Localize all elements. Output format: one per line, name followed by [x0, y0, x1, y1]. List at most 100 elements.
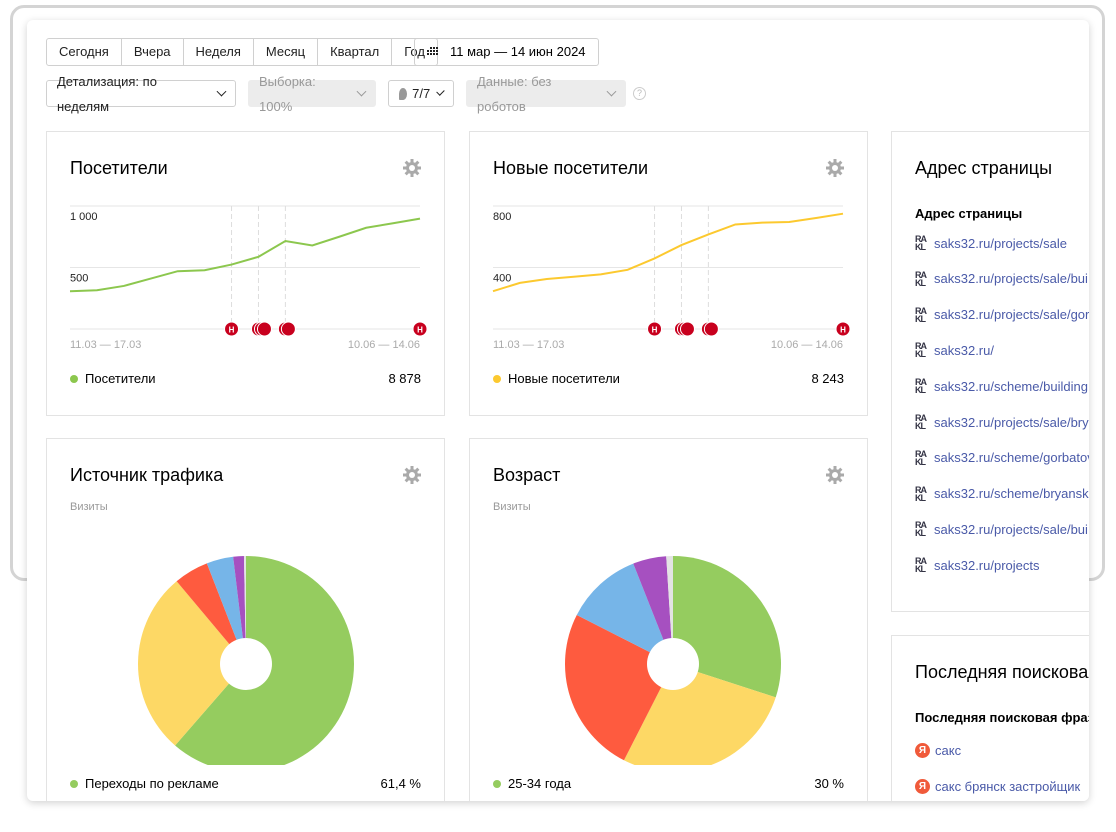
page-link[interactable]: saks32.ru/scheme/building: [934, 379, 1088, 394]
period-week[interactable]: Неделя: [184, 39, 254, 65]
annotation-marker: Н: [835, 321, 851, 337]
age-pie: [565, 556, 781, 765]
page-link[interactable]: saks32.ru/projects/sale/bui: [934, 522, 1088, 537]
site-favicon-icon: RA KL: [915, 413, 927, 431]
period-quarter[interactable]: Квартал: [318, 39, 393, 65]
search-phrase-link[interactable]: сакс брянск застройщик: [935, 779, 1080, 794]
annotation-bubble: [679, 321, 695, 337]
x-tick-label: 10.06 — 14.06: [348, 339, 420, 351]
list-item[interactable]: RA KL saks32.ru/projects/sale/gor: [915, 306, 1089, 323]
gear-icon[interactable]: [825, 158, 845, 178]
page-link[interactable]: saks32.ru/projects: [934, 558, 1040, 573]
y-tick-label: 400: [493, 273, 511, 285]
date-range-button[interactable]: 11 мар — 14 июн 2024: [414, 38, 599, 66]
chart-legend: Посетители 8 878: [70, 371, 421, 386]
site-favicon-icon: RA KL: [915, 448, 927, 467]
list-item[interactable]: RA KL saks32.ru/scheme/bryansk: [915, 484, 1089, 503]
data-filter-dropdown[interactable]: Данные: без роботов: [466, 74, 626, 114]
widget-title: Посетители: [70, 158, 168, 178]
speech-bubble-icon: [399, 87, 408, 100]
pie-hole: [647, 638, 699, 690]
site-favicon-icon: RA KL: [915, 341, 927, 360]
site-favicon-icon: RA KL: [915, 556, 927, 575]
visitors-chart: 1 000500НННН11.03 — 17.0310.06 — 14.06: [69, 205, 428, 351]
column-header: Адрес страницы: [915, 206, 1023, 221]
help-icon[interactable]: ?: [633, 87, 646, 100]
annotation-marker: [256, 321, 272, 337]
list-item[interactable]: Ясакс: [915, 743, 961, 758]
sample-dropdown[interactable]: Выборка: 100%: [248, 74, 376, 114]
calendar-icon: [427, 47, 438, 55]
widget-title: Новые посетители: [493, 158, 649, 178]
period-buttons: Сегодня Вчера Неделя Месяц Квартал Год: [46, 38, 438, 66]
detail-dropdown[interactable]: Детализация: по неделям: [46, 74, 236, 114]
annotation-marker: Н: [647, 321, 663, 337]
page-link[interactable]: saks32.ru/projects/sale/gor: [934, 307, 1089, 322]
list-item[interactable]: RA KL saks32.ru/projects/sale: [915, 234, 1067, 252]
chart-legend: Переходы по рекламе 61,4 %: [70, 776, 421, 791]
series-line: [492, 212, 844, 293]
list-item[interactable]: RA KL saks32.ru/scheme/building: [915, 378, 1088, 395]
site-favicon-icon: RA KL: [915, 234, 927, 252]
traffic-pie: [138, 556, 354, 765]
site-favicon-icon: RA KL: [915, 520, 927, 539]
widget-title: Источник трафика: [70, 465, 224, 485]
period-month[interactable]: Месяц: [254, 39, 319, 65]
period-today[interactable]: Сегодня: [47, 39, 122, 65]
list-item[interactable]: Ясакс брянск застройщик: [915, 779, 1080, 794]
annotation-label: Н: [229, 326, 235, 335]
gear-icon[interactable]: [825, 465, 845, 485]
legend-value: 8 878: [388, 371, 421, 386]
page-link[interactable]: saks32.ru/projects/sale/bry: [934, 415, 1089, 430]
page-link[interactable]: saks32.ru/projects/sale/bui: [934, 271, 1088, 286]
annotation-label: Н: [840, 326, 846, 335]
widget-title: Адрес страницы: [915, 158, 1053, 178]
legend-value: 30 %: [814, 776, 844, 791]
annotation-marker: [703, 321, 719, 337]
age-widget: Возраст Визиты 25-34 года 30 %: [469, 438, 868, 801]
annotation-bubble: [256, 321, 272, 337]
page-link[interactable]: saks32.ru/: [934, 343, 994, 358]
list-item[interactable]: RA KL saks32.ru/: [915, 341, 994, 360]
y-tick-label: 500: [70, 273, 88, 285]
list-item[interactable]: RA KL saks32.ru/scheme/gorbatov: [915, 448, 1089, 467]
period-yesterday[interactable]: Вчера: [122, 39, 184, 65]
detail-label: Детализация: по неделям: [57, 73, 157, 114]
annotation-bubble: [703, 321, 719, 337]
list-item[interactable]: RA KL saks32.ru/projects/sale/bui: [915, 520, 1088, 539]
new-visitors-widget: Новые посетители 800400НННН11.03 — 17.03…: [469, 131, 868, 416]
page-link[interactable]: saks32.ru/scheme/gorbatov: [934, 450, 1089, 465]
yandex-icon: Я: [915, 743, 930, 758]
y-tick-label: 800: [493, 211, 511, 223]
x-tick-label: 11.03 — 17.03: [493, 339, 564, 351]
column-header: Последняя поисковая фраза: [915, 710, 1089, 725]
y-tick-label: 1 000: [70, 211, 98, 223]
x-tick-label: 11.03 — 17.03: [70, 339, 141, 351]
page-address-widget: Адрес страницы Адрес страницы RA KL saks32…: [891, 131, 1089, 612]
date-range-label: 11 мар — 14 июн 2024: [450, 44, 586, 59]
legend-dot: [493, 779, 501, 788]
search-phrase-link[interactable]: сакс: [935, 743, 961, 758]
legend-dot: [70, 779, 78, 788]
widget-title: Возраст: [493, 465, 561, 485]
page-link[interactable]: saks32.ru/scheme/bryansk: [934, 486, 1089, 501]
pie-hole: [220, 638, 272, 690]
gear-icon[interactable]: [402, 465, 422, 485]
list-item[interactable]: RA KL saks32.ru/projects/sale/bry: [915, 413, 1089, 431]
legend-value: 8 243: [811, 371, 844, 386]
widget-title: Последняя поисковая фраза: [915, 662, 1089, 682]
legend-label: Переходы по рекламе: [85, 776, 219, 791]
list-item[interactable]: RA KL saks32.ru/projects: [915, 556, 1040, 575]
series-line: [69, 217, 421, 293]
gear-icon[interactable]: [402, 158, 422, 178]
list-item[interactable]: RA KL saks32.ru/projects/sale/bui: [915, 269, 1088, 288]
segments-dropdown[interactable]: 7/7: [388, 80, 454, 107]
legend-label: Новые посетители: [508, 371, 620, 386]
new-visitors-chart: 800400НННН11.03 — 17.0310.06 — 14.06: [492, 205, 851, 351]
annotation-marker: [679, 321, 695, 337]
page-link[interactable]: saks32.ru/projects/sale: [934, 236, 1067, 251]
site-favicon-icon: RA KL: [915, 269, 927, 288]
legend-label: Посетители: [85, 371, 156, 386]
widget-subtitle: Визиты: [70, 501, 108, 513]
site-favicon-icon: RA KL: [915, 484, 927, 503]
